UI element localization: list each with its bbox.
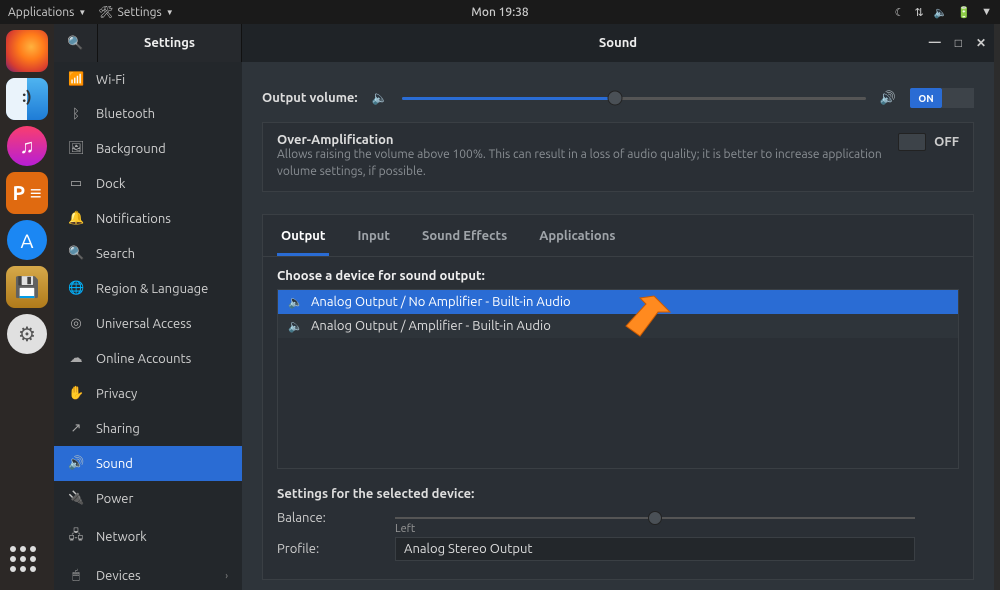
cloud-icon: ☁ — [68, 351, 84, 366]
applications-menu[interactable]: Applications ▼ — [8, 6, 86, 19]
dock-music[interactable]: ♫ — [7, 126, 47, 166]
sidebar-item-search[interactable]: 🔍Search — [54, 236, 242, 271]
power-icon: 🔌 — [68, 491, 84, 506]
sidebar-item-sound[interactable]: 🔊Sound — [54, 446, 242, 481]
page-title: Sound — [599, 36, 637, 50]
chevron-right-icon: › — [225, 570, 228, 581]
wifi-icon: 📶 — [68, 72, 84, 87]
balance-left-label: Left — [395, 523, 415, 535]
dock-firefox[interactable] — [6, 30, 48, 72]
sidebar-item-region[interactable]: 🌐Region & Language — [54, 271, 242, 306]
sidebar-item-privacy[interactable]: ✋Privacy — [54, 376, 242, 411]
output-device-item[interactable]: 🔈Analog Output / No Amplifier - Built-in… — [278, 290, 958, 314]
sidebar-item-sharing[interactable]: ↗Sharing — [54, 411, 242, 446]
output-volume-slider[interactable] — [402, 97, 866, 100]
sidebar-item-universal-access[interactable]: ◎Universal Access — [54, 306, 242, 341]
privacy-icon: ✋ — [68, 386, 84, 401]
search-button[interactable]: 🔍 — [54, 24, 98, 62]
output-device-list: 🔈Analog Output / No Amplifier - Built-in… — [277, 289, 959, 469]
speaker-icon: 🔈 — [288, 319, 303, 333]
battery-icon[interactable]: 🔋 — [957, 6, 971, 19]
settings-sidebar: 📶Wi-Fi ᛒBluetooth 🖼Background ▭Dock 🔔Not… — [54, 62, 242, 590]
show-applications-button[interactable] — [10, 546, 44, 580]
output-volume-label: Output volume: — [262, 91, 358, 105]
profile-select[interactable]: Analog Stereo Output — [395, 537, 915, 561]
sidebar-item-power[interactable]: 🔌Power — [54, 481, 242, 516]
over-amplification-section: Over-Amplification Allows raising the vo… — [262, 122, 974, 192]
dock-appstore[interactable]: A — [7, 220, 47, 260]
sound-tabs: Output Input Sound Effects Applications — [263, 215, 973, 257]
sidebar-item-online-accounts[interactable]: ☁Online Accounts — [54, 341, 242, 376]
dock: ♫ P ≡ A 💾 ⚙ — [0, 24, 54, 590]
over-amplification-desc: Allows raising the volume above 100%. Th… — [277, 147, 882, 181]
titlebar: 🔍 Settings Sound — □ ✕ — [54, 24, 994, 62]
over-amplification-switch[interactable] — [898, 133, 926, 151]
tab-input[interactable]: Input — [353, 223, 394, 256]
tab-output[interactable]: Output — [277, 223, 329, 256]
background-icon: 🖼 — [68, 141, 84, 156]
profile-label: Profile: — [277, 542, 377, 556]
balance-label: Balance: — [277, 511, 377, 525]
dock-presentation[interactable]: P ≡ — [6, 172, 48, 214]
sidebar-item-notifications[interactable]: 🔔Notifications — [54, 201, 242, 236]
balance-slider[interactable]: Left — [395, 517, 915, 519]
output-volume-switch[interactable]: ON — [910, 88, 974, 108]
output-device-item[interactable]: 🔈Analog Output / Amplifier - Built-in Au… — [278, 314, 958, 338]
dock-settings[interactable]: ⚙ — [7, 314, 47, 354]
network-icon: 🖧 — [68, 526, 84, 548]
speaker-icon: 🔈 — [288, 295, 303, 309]
power-menu-icon[interactable]: ▼ — [981, 6, 992, 18]
accessibility-icon: ◎ — [68, 316, 84, 331]
tab-applications[interactable]: Applications — [535, 223, 619, 256]
search-icon: 🔍 — [68, 246, 84, 261]
dock-icon: ▭ — [68, 176, 84, 191]
bell-icon: 🔔 — [68, 211, 84, 226]
sidebar-item-bluetooth[interactable]: ᛒBluetooth — [54, 97, 242, 131]
sidebar-title: Settings — [98, 24, 242, 62]
sidebar-item-background[interactable]: 🖼Background — [54, 131, 242, 166]
dock-disk[interactable]: 💾 — [6, 266, 48, 308]
dock-finder[interactable] — [6, 78, 48, 120]
sound-icon: 🔊 — [68, 456, 84, 471]
clock[interactable]: Mon 19:38 — [471, 6, 528, 19]
network-icon[interactable]: ⇅ — [914, 6, 923, 19]
volume-high-icon: 🔊 — [880, 91, 896, 106]
open-app-indicator[interactable]: 🛠 Settings ▼ — [98, 5, 173, 19]
volume-low-icon: 🔈 — [372, 91, 388, 106]
close-button[interactable]: ✕ — [976, 36, 986, 50]
sidebar-item-network[interactable]: 🖧Network — [54, 516, 242, 558]
settings-window: 🔍 Settings Sound — □ ✕ 📶Wi-Fi ᛒBluetooth… — [54, 24, 994, 590]
volume-icon[interactable]: 🔈 — [934, 6, 948, 19]
sound-settings-content: Output volume: 🔈 🔊 ON Over-Amplification — [242, 62, 994, 590]
system-topbar: Applications ▼ 🛠 Settings ▼ Mon 19:38 ☾ … — [0, 0, 1000, 24]
sharing-icon: ↗ — [68, 421, 84, 436]
sidebar-item-wifi[interactable]: 📶Wi-Fi — [54, 62, 242, 97]
devices-icon: 🖱 — [68, 568, 84, 583]
maximize-button[interactable]: □ — [955, 36, 962, 50]
sidebar-item-devices[interactable]: 🖱Devices› — [54, 558, 242, 590]
bluetooth-icon: ᛒ — [68, 107, 84, 121]
minimize-button[interactable]: — — [929, 36, 941, 50]
night-light-icon[interactable]: ☾ — [895, 6, 905, 19]
tab-sound-effects[interactable]: Sound Effects — [418, 223, 511, 256]
over-amplification-title: Over-Amplification — [277, 133, 882, 147]
settings-for-device-label: Settings for the selected device: — [277, 487, 959, 501]
globe-icon: 🌐 — [68, 281, 84, 296]
choose-output-device-label: Choose a device for sound output: — [277, 269, 959, 283]
sidebar-item-dock[interactable]: ▭Dock — [54, 166, 242, 201]
over-amplification-switch-label: OFF — [934, 135, 959, 149]
